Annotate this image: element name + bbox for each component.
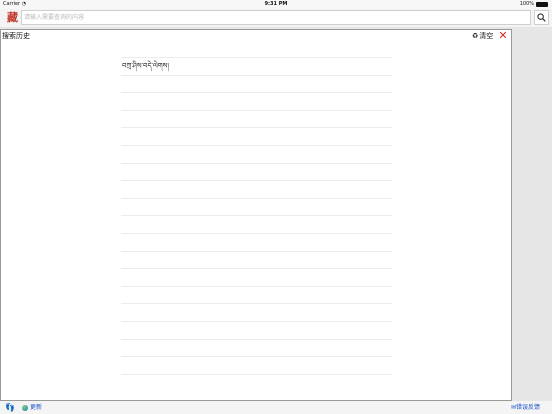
status-time: 9:31 PM [264, 1, 288, 7]
history-item [121, 250, 392, 269]
recycle-icon: ♻ [472, 32, 479, 40]
search-input[interactable] [21, 10, 531, 25]
history-item [121, 109, 392, 128]
history-item [121, 215, 392, 233]
history-item [121, 180, 392, 198]
battery-percent: 100% [519, 1, 534, 7]
history-item [121, 127, 392, 145]
history-item [121, 162, 392, 181]
history-item [121, 373, 392, 392]
update-button[interactable]: 更新 [22, 403, 42, 412]
history-item[interactable]: བཀྲ་ཤིས་བདེ་ལེགས། [121, 57, 392, 75]
clear-history-button[interactable]: ♻ 清空 [472, 31, 493, 41]
panel-title: 搜索历史 [2, 32, 30, 40]
history-item [121, 338, 392, 357]
history-item [121, 320, 392, 339]
app-logo-icon: 藏 [7, 11, 18, 24]
history-item [121, 197, 392, 216]
update-label: 更新 [30, 404, 43, 411]
battery-indicator: 100% [520, 0, 548, 9]
search-history-panel: 搜索历史 ♻ 清空 ✕ བཀྲ་ཤིས་བདེ་ལེགས། [0, 29, 512, 401]
close-icon[interactable]: ✕ [498, 30, 508, 41]
search-icon [537, 13, 546, 22]
history-item [121, 92, 392, 110]
history-item [121, 144, 392, 163]
battery-icon [536, 2, 548, 7]
feedback-button[interactable]: ✉错误反馈 [511, 403, 540, 412]
globe-icon [22, 404, 28, 411]
search-bar: 藏 [0, 9, 552, 27]
history-item [121, 268, 392, 286]
history-list: བཀྲ་ཤིས་བདེ་ལེགས། [121, 57, 392, 391]
history-item [121, 285, 392, 304]
history-item [121, 303, 392, 321]
bottom-bar: 👣 更新 ✉错误反馈 [0, 401, 552, 414]
history-item [121, 232, 392, 251]
status-bar: Carrier ◔ 9:31 PM 100% [0, 0, 552, 9]
clear-label: 清空 [479, 32, 494, 40]
history-item [121, 74, 392, 93]
search-button[interactable] [534, 10, 549, 25]
history-item [121, 356, 392, 374]
footprints-icon[interactable]: 👣 [5, 403, 15, 412]
